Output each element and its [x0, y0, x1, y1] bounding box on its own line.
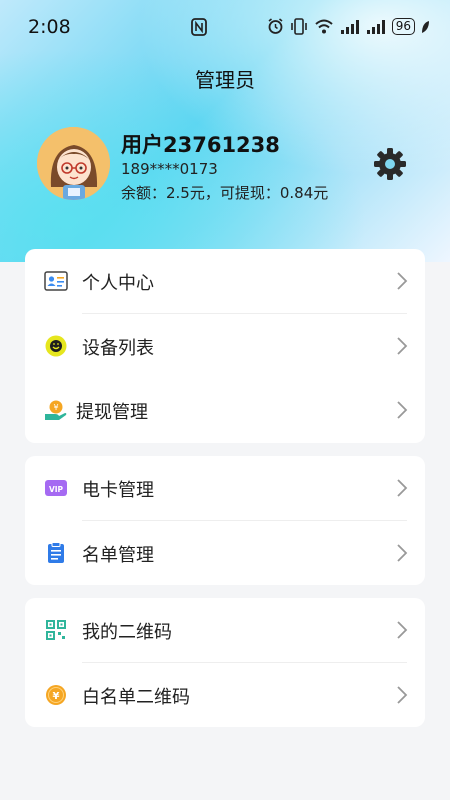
menu-item-label: 设备列表 [82, 338, 154, 359]
chevron-right-icon [397, 272, 408, 290]
battery-icon: 96 [391, 18, 415, 35]
menu-item-label: 电卡管理 [82, 480, 154, 501]
menu-item-withdraw[interactable]: ¥ 提现管理 [25, 378, 425, 442]
vip-card-icon: VIP [45, 480, 67, 496]
id-card-icon [44, 271, 68, 291]
profile-phone: 189****0173 [121, 160, 218, 178]
page-title: 管理员 [195, 68, 255, 92]
coin-icon: ¥ [46, 685, 66, 705]
avatar[interactable] [37, 127, 110, 200]
svg-text:¥: ¥ [53, 691, 60, 702]
menu-item-list-management[interactable]: 名单管理 [25, 521, 425, 585]
avatar-illustration [37, 127, 110, 200]
menu-item-label: 个人中心 [82, 273, 154, 294]
profile-username: 用户23761238 [121, 133, 280, 157]
wifi-icon [315, 19, 333, 34]
menu-card-management: VIP 电卡管理 名单管理 [25, 456, 425, 585]
chevron-right-icon [397, 544, 408, 562]
leaf-icon [422, 20, 429, 33]
status-bar: 2:08 96 [0, 14, 450, 42]
menu-card-qr: 我的二维码 ¥ 白名单二维码 [25, 598, 425, 727]
menu-item-device-list[interactable]: 设备列表 [25, 314, 425, 378]
menu-item-card-management[interactable]: VIP 电卡管理 [25, 456, 425, 520]
signal-icon [340, 19, 359, 34]
chevron-right-icon [397, 621, 408, 639]
chevron-right-icon [397, 479, 408, 497]
nfc-icon [191, 18, 207, 36]
menu-item-label: 我的二维码 [82, 622, 172, 643]
menu-item-whitelist-qr-code[interactable]: ¥ 白名单二维码 [25, 663, 425, 727]
svg-text:¥: ¥ [53, 403, 58, 412]
menu-item-label: 提现管理 [76, 402, 148, 423]
profile-balance: 余额：2.5元，可提现：0.84元 [121, 184, 329, 202]
menu-item-label: 白名单二维码 [82, 687, 190, 708]
chevron-right-icon [397, 337, 408, 355]
device-icon [45, 335, 67, 357]
status-time: 2:08 [28, 16, 71, 38]
clipboard-icon [48, 542, 64, 563]
vibrate-icon [290, 18, 307, 35]
alarm-icon [268, 18, 283, 34]
signal-icon [366, 19, 385, 34]
menu-card-account: 个人中心 设备列表 ¥ 提现管理 [25, 249, 425, 443]
chevron-right-icon [397, 401, 408, 419]
chevron-right-icon [397, 686, 408, 704]
settings-gear-icon[interactable] [372, 146, 408, 182]
status-icons: 96 [267, 18, 430, 35]
qr-code-icon [46, 620, 66, 640]
svg-text:VIP: VIP [49, 485, 64, 494]
menu-item-personal-center[interactable]: 个人中心 [25, 249, 425, 313]
menu-item-my-qr-code[interactable]: 我的二维码 [25, 598, 425, 662]
menu-item-label: 名单管理 [82, 545, 154, 566]
withdraw-icon: ¥ [45, 400, 67, 420]
